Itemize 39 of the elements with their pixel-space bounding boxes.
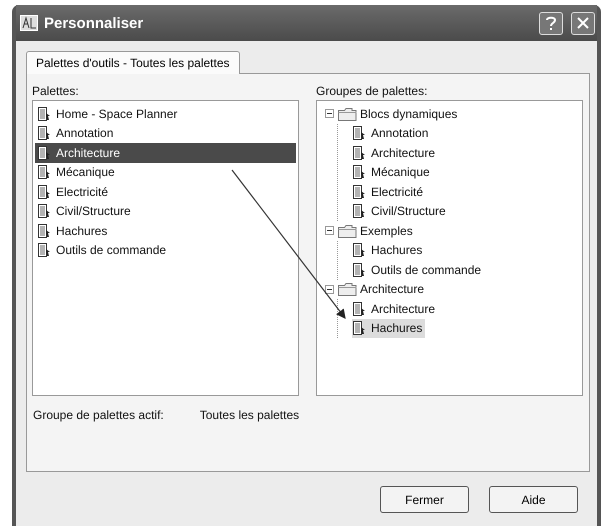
help-button[interactable] — [539, 12, 563, 34]
tree-item[interactable]: Architecture — [352, 143, 438, 162]
window-title: Personnaliser — [44, 14, 144, 32]
tree-item[interactable]: Outils de commande — [352, 260, 484, 280]
tree-item[interactable]: Electricité — [352, 182, 426, 202]
collapse-icon[interactable] — [325, 284, 334, 294]
list-item[interactable]: Hachures — [35, 221, 296, 240]
folder-icon — [337, 222, 357, 239]
list-item[interactable]: Civil/Structure — [35, 202, 296, 221]
tab[interactable]: Palettes d'outils - Toutes les palettes — [26, 51, 240, 74]
app-icon — [20, 15, 38, 31]
tree-item[interactable]: Mécanique — [352, 162, 433, 182]
collapse-icon[interactable] — [325, 109, 334, 118]
list-item[interactable]: Outils de commande — [35, 240, 296, 260]
folder-icon — [337, 106, 357, 122]
close-button[interactable] — [571, 12, 595, 34]
folder-icon — [337, 281, 357, 298]
help-dialog-button[interactable]: Aide — [489, 486, 578, 513]
list-label: Groupes de palettes: — [316, 84, 428, 98]
tree-item[interactable]: Architecture — [325, 280, 580, 299]
tree-item[interactable]: Annotation — [352, 124, 432, 143]
collapse-icon[interactable] — [325, 226, 334, 236]
list-item[interactable]: Architecture — [35, 143, 296, 162]
list-label: Palettes: — [32, 84, 80, 98]
close-icon — [576, 16, 590, 30]
list-item[interactable]: Electricité — [35, 182, 296, 202]
tree-item[interactable]: Architecture — [352, 299, 438, 318]
list-item[interactable]: Mécanique — [35, 162, 296, 182]
question-icon — [545, 15, 557, 31]
list-item[interactable]: Home - Space Planner — [35, 104, 296, 124]
list-item[interactable]: Annotation — [35, 124, 296, 143]
tree-item[interactable]: Hachures — [352, 240, 426, 260]
tree-item[interactable]: Blocs dynamiques — [325, 104, 580, 124]
close-dialog-button[interactable]: Fermer — [380, 486, 469, 513]
field-value: Toutes les palettes — [200, 408, 300, 422]
tree-item[interactable]: Civil/Structure — [352, 202, 449, 221]
tree-item[interactable]: Exemples — [325, 221, 580, 240]
tree-item[interactable]: Hachures — [352, 318, 426, 338]
field-label: Groupe de palettes actif: — [33, 408, 164, 422]
